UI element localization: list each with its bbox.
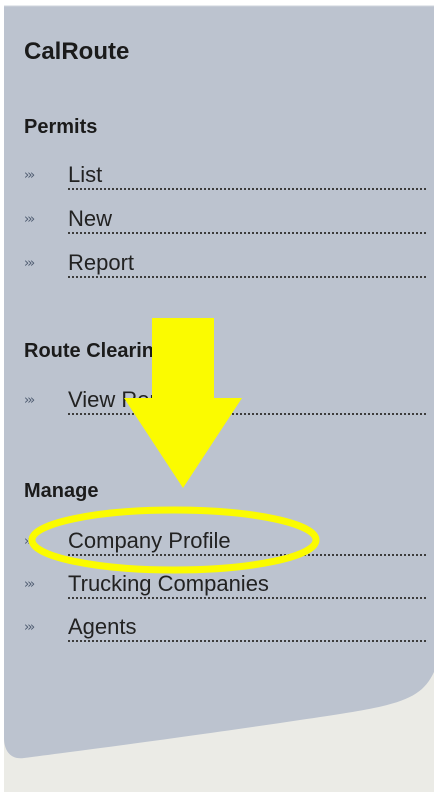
nav-item-trucking-companies[interactable]: ›» Trucking Companies — [24, 571, 426, 599]
dotted-underline — [68, 640, 426, 642]
nav-item-label: Company Profile — [68, 528, 231, 553]
nav-item-agents[interactable]: ›» Agents — [24, 614, 426, 642]
app-brand-title: CalRoute — [24, 38, 130, 65]
nav-item-label: Agents — [68, 614, 137, 639]
dotted-underline — [68, 413, 426, 415]
section-heading-manage: Manage — [24, 480, 99, 502]
nav-item-company-profile[interactable]: ›» Company Profile — [24, 528, 426, 556]
dotted-underline — [68, 554, 426, 556]
section-heading-permits: Permits — [24, 116, 98, 138]
nav-item-label: New — [68, 206, 113, 231]
nav-item-label: List — [68, 162, 103, 187]
nav-item-label: Report — [68, 250, 135, 275]
double-chevron-icon: ›» — [24, 620, 35, 635]
double-chevron-icon: ›» — [24, 256, 35, 271]
nav-item-report[interactable]: ›» Report — [24, 250, 426, 278]
nav-item-list[interactable]: ›» List — [24, 162, 426, 190]
dotted-underline — [68, 232, 426, 234]
double-chevron-icon: ›» — [24, 212, 35, 227]
nav-item-label: Trucking Companies — [68, 571, 269, 596]
dotted-underline — [68, 597, 426, 599]
nav-item-new[interactable]: ›» New — [24, 206, 426, 234]
dotted-underline — [68, 276, 426, 278]
double-chevron-icon: ›» — [24, 577, 35, 592]
dotted-underline — [68, 188, 426, 190]
nav-item-label: View Routes — [68, 387, 192, 412]
double-chevron-icon: ›» — [24, 393, 35, 408]
double-chevron-icon: ›» — [24, 534, 35, 549]
section-heading-route-clearing: Route Clearing — [24, 340, 167, 362]
nav-item-view-routes[interactable]: ›» View Routes — [24, 387, 426, 415]
double-chevron-icon: ›» — [24, 168, 35, 183]
